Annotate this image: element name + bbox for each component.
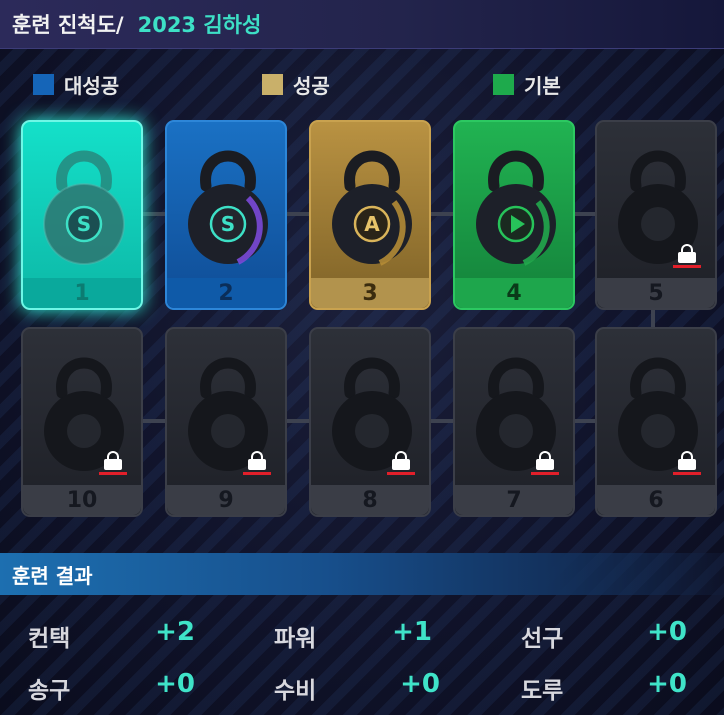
card-number: 2: [167, 278, 285, 308]
stat-value: +0: [647, 617, 687, 647]
kettlebell-icon: A: [332, 150, 412, 266]
connector-line: [573, 419, 595, 423]
training-card-1[interactable]: S 1: [21, 120, 143, 310]
stat-name: 수비: [274, 678, 317, 704]
stat-name: 선구: [521, 626, 564, 652]
kettlebell-icon: S: [188, 150, 268, 265]
training-card-2[interactable]: S 2: [165, 120, 287, 310]
results-header: 훈련 결과: [0, 553, 724, 595]
training-card-3[interactable]: A 3: [309, 120, 431, 310]
lock-icon: [387, 451, 415, 475]
connector-line: [429, 212, 455, 216]
card-number: 10: [23, 485, 141, 515]
lock-icon: [531, 451, 559, 475]
stat-value: +2: [155, 617, 195, 647]
training-card-5[interactable]: 5: [595, 120, 717, 310]
card-number: 3: [311, 278, 429, 308]
training-card-7[interactable]: 7: [453, 327, 575, 517]
lock-icon: [673, 244, 701, 268]
stat-name: 컨택: [28, 626, 71, 652]
kettlebell-icon: [476, 150, 556, 266]
card-number: 6: [597, 485, 715, 515]
card-number: 1: [23, 278, 141, 308]
card-number: 9: [167, 485, 285, 515]
stat-value: +0: [155, 669, 195, 699]
training-card-10[interactable]: 10: [21, 327, 143, 517]
grade-label: S: [77, 212, 91, 236]
training-card-9[interactable]: 9: [165, 327, 287, 517]
lock-icon: [99, 451, 127, 475]
training-card-6[interactable]: 6: [595, 327, 717, 517]
training-card-8[interactable]: 8: [309, 327, 431, 517]
connector-line: [573, 212, 595, 216]
connector-line: [429, 419, 455, 423]
stat-value: +0: [647, 669, 687, 699]
grade-label: A: [364, 212, 380, 236]
stat-name: 파워: [274, 626, 317, 652]
connector-line: [141, 419, 167, 423]
connector-line: [285, 419, 311, 423]
training-card-4[interactable]: 4: [453, 120, 575, 310]
card-number: 8: [311, 485, 429, 515]
connector-line: [651, 310, 655, 328]
grade-label: S: [221, 212, 235, 236]
card-number: 4: [455, 278, 573, 308]
training-progress-grid: S 1 S 2 A 3 4 5 10 9 8 7 6: [0, 0, 724, 530]
lock-icon: [243, 451, 271, 475]
stat-value: +0: [400, 669, 440, 699]
results-panel: 컨택 +2 파워 +1 선구 +0 송구 +0 수비 +0 도루 +0: [0, 605, 724, 715]
connector-line: [141, 212, 167, 216]
card-number: 7: [455, 485, 573, 515]
card-number: 5: [597, 278, 715, 308]
stat-name: 도루: [521, 678, 564, 704]
lock-icon: [673, 451, 701, 475]
stat-value: +1: [392, 617, 432, 647]
kettlebell-icon: S: [43, 150, 125, 265]
stat-name: 송구: [28, 678, 71, 704]
results-title: 훈련 결과: [12, 563, 93, 588]
connector-line: [285, 212, 311, 216]
